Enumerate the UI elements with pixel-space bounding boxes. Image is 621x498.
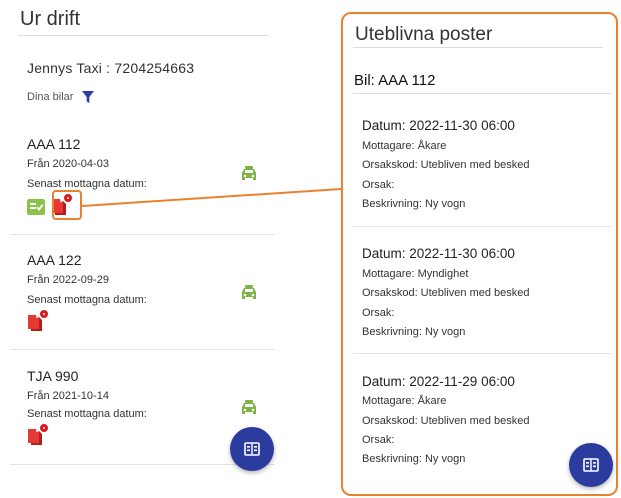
car-status-icons: [27, 423, 49, 446]
post-divider: [353, 226, 611, 227]
post-divider: [353, 353, 611, 354]
post-reason: Orsak:: [362, 307, 395, 319]
car-name: TJA 990: [27, 368, 79, 384]
car-divider: [10, 234, 275, 235]
post-reason-code: Orsakskod: Utebliven med besked: [362, 415, 530, 427]
alert-badge: [39, 309, 49, 319]
vehicle-label: Bil: AAA 112: [354, 72, 436, 89]
left-panel: Ur drift Jennys Taxi : 7204254663 Dina b…: [0, 0, 289, 498]
filter-row[interactable]: Dina bilar: [27, 90, 95, 104]
post-recipient: Mottagare: Åkare: [362, 395, 447, 407]
post-reason: Orsak:: [362, 179, 395, 191]
panel-title-divider: [353, 47, 603, 48]
building-list-icon: [583, 458, 599, 472]
alert-badge: [39, 423, 49, 433]
post-recipient: Mottagare: Åkare: [362, 140, 447, 152]
building-list-icon: [244, 442, 260, 456]
post-recipient: Mottagare: Myndighet: [362, 268, 469, 280]
post-description: Beskrivning: Ny vogn: [362, 453, 466, 465]
missing-document-icon[interactable]: [27, 423, 49, 446]
car-from-date: Från 2022-09-29: [27, 274, 109, 286]
building-list-fab-button[interactable]: [230, 427, 274, 471]
car-received-label: Senast mottagna datum:: [27, 294, 147, 306]
post-date: Datum: 2022-11-30 06:00: [362, 246, 515, 261]
received-card-icon[interactable]: [27, 199, 45, 215]
post-description: Beskrivning: Ny vogn: [362, 198, 466, 210]
taxi-car-icon: [242, 166, 256, 180]
post-reason: Orsak:: [362, 434, 395, 446]
page-title: Ur drift: [20, 8, 80, 30]
car-divider: [10, 349, 275, 350]
taxi-car-icon: [242, 400, 256, 414]
car-name: AAA 122: [27, 252, 82, 268]
missing-posts-panel: Uteblivna poster Bil: AAA 112 Datum: 202…: [341, 12, 618, 496]
missing-document-icon[interactable]: [27, 309, 49, 332]
title-divider: [18, 35, 268, 36]
taxi-car-icon: [242, 285, 256, 299]
filter-funnel-icon[interactable]: [81, 90, 95, 104]
highlight-box: [52, 190, 82, 220]
building-list-fab-button[interactable]: [569, 443, 613, 487]
post-description: Beskrivning: Ny vogn: [362, 326, 466, 338]
filter-label: Dina bilar: [27, 91, 74, 103]
car-received-label: Senast mottagna datum:: [27, 408, 147, 420]
car-received-label: Senast mottagna datum:: [27, 178, 147, 190]
company-name: Jennys Taxi : 7204254663: [27, 60, 195, 76]
vehicle-divider: [353, 93, 611, 94]
car-from-date: Från 2021-10-14: [27, 390, 109, 402]
post-date: Datum: 2022-11-30 06:00: [362, 118, 515, 133]
car-status-icons: [27, 309, 49, 332]
car-name: AAA 112: [27, 136, 81, 152]
post-reason-code: Orsakskod: Utebliven med besked: [362, 287, 530, 299]
post-date: Datum: 2022-11-29 06:00: [362, 374, 515, 389]
panel-title: Uteblivna poster: [355, 24, 493, 45]
car-from-date: Från 2020-04-03: [27, 158, 109, 170]
post-reason-code: Orsakskod: Utebliven med besked: [362, 159, 530, 171]
